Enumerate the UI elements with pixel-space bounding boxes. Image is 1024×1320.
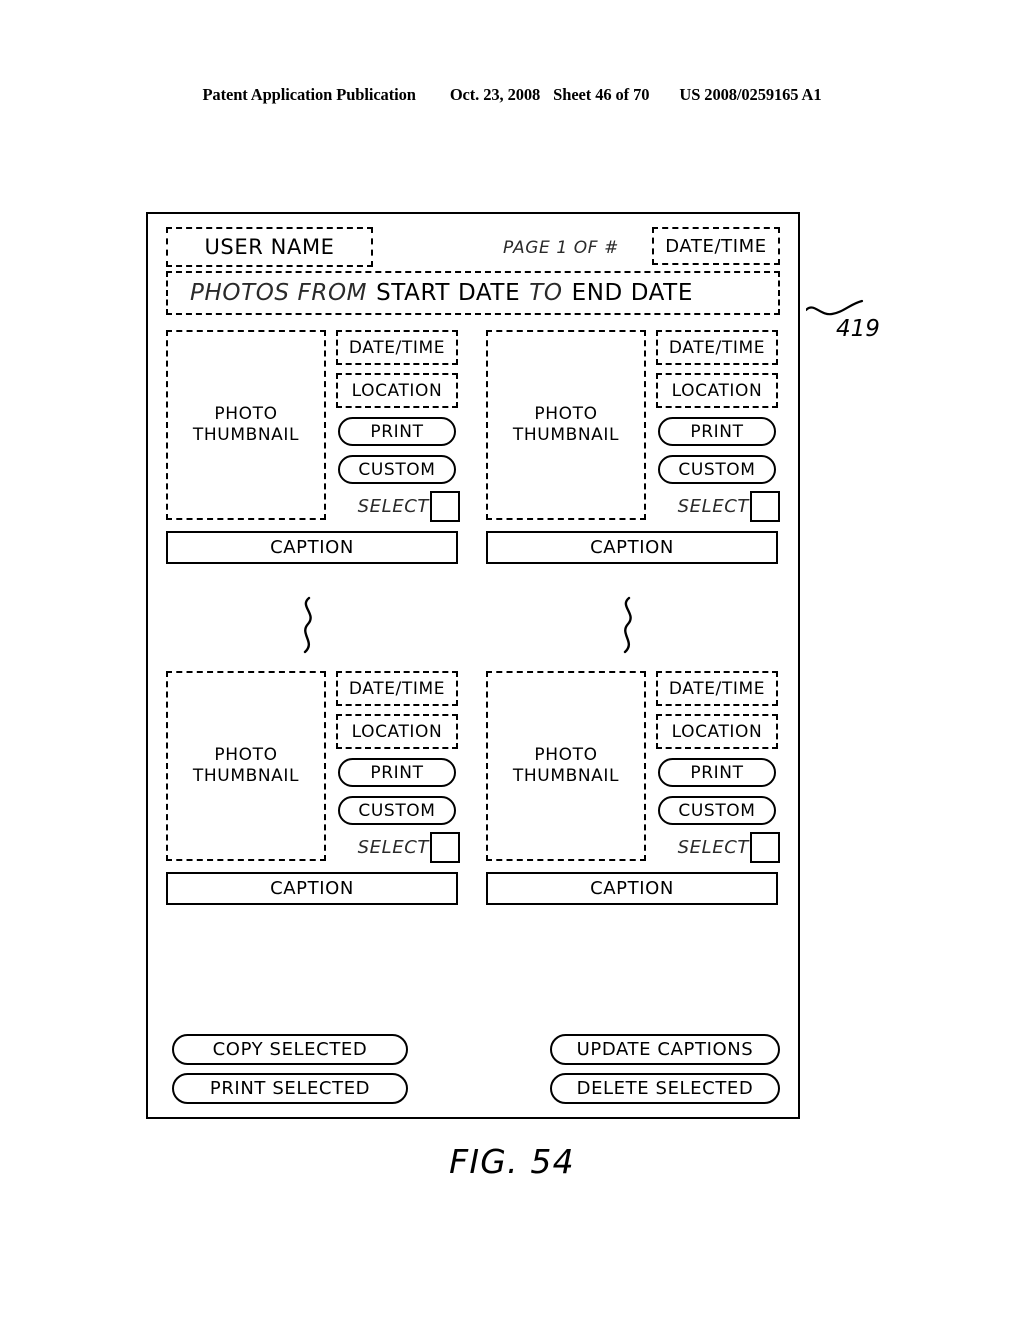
photo-date-time-label: DATE/TIME (668, 678, 766, 699)
print-button-label: PRINT (690, 762, 744, 783)
device-screen-frame: USER NAME PAGE 1 OF # DATE/TIME PHOTOS F… (146, 212, 800, 1119)
photo-thumbnail-line2: THUMBNAIL (192, 766, 300, 786)
caption-label: CAPTION (270, 537, 354, 558)
photo-date-time-label: DATE/TIME (668, 337, 766, 358)
select-checkbox[interactable] (750, 832, 780, 863)
publication-label: Patent Application Publication (202, 85, 416, 104)
reference-numeral-419: 419 (804, 294, 896, 354)
page-indicator: PAGE 1 OF # (503, 238, 619, 258)
photo-date-time-field[interactable]: DATE/TIME (656, 671, 778, 706)
custom-button[interactable]: CUSTOM (338, 455, 456, 484)
photo-thumbnail-line1: PHOTO (214, 403, 278, 424)
delete-selected-button[interactable]: DELETE SELECTED (550, 1073, 780, 1104)
header-date-time-label: DATE/TIME (665, 235, 767, 257)
print-button-label: PRINT (690, 421, 744, 442)
range-end-value: END DATE (571, 280, 693, 306)
continuation-squiggle-icon (303, 596, 312, 654)
update-captions-label: UPDATE CAPTIONS (576, 1039, 754, 1060)
photo-date-time-field[interactable]: DATE/TIME (336, 671, 458, 706)
photo-location-label: LOCATION (671, 721, 763, 742)
print-button-label: PRINT (370, 762, 424, 783)
caption-field[interactable]: CAPTION (486, 872, 778, 905)
photo-thumbnail-line2: THUMBNAIL (512, 425, 620, 445)
photo-thumbnail[interactable]: PHOTO THUMBNAIL (166, 671, 326, 861)
print-selected-button[interactable]: PRINT SELECTED (172, 1073, 408, 1104)
figure-caption: FIG. 54 (449, 1142, 575, 1181)
select-control[interactable]: SELECT (656, 831, 780, 864)
select-control[interactable]: SELECT (336, 490, 460, 523)
print-button[interactable]: PRINT (658, 417, 776, 446)
delete-selected-label: DELETE SELECTED (576, 1078, 754, 1099)
patent-number: US 2008/0259165 A1 (679, 85, 822, 104)
select-checkbox[interactable] (430, 491, 460, 522)
photo-thumbnail[interactable]: PHOTO THUMBNAIL (486, 330, 646, 520)
range-prefix-label: PHOTOS FROM (190, 280, 368, 306)
photo-thumbnail-line2: THUMBNAIL (512, 766, 620, 786)
photo-date-time-label: DATE/TIME (348, 678, 446, 699)
patent-running-header: Patent Application Publication Oct. 23, … (0, 85, 1024, 105)
range-join-label: TO (529, 280, 563, 306)
select-label: SELECT (357, 837, 429, 858)
range-start-value: START DATE (376, 280, 521, 306)
select-checkbox[interactable] (430, 832, 460, 863)
header-date-time-field[interactable]: DATE/TIME (652, 227, 780, 265)
custom-button-label: CUSTOM (358, 800, 436, 821)
select-label: SELECT (677, 837, 749, 858)
select-checkbox[interactable] (750, 491, 780, 522)
select-control[interactable]: SELECT (656, 490, 780, 523)
custom-button[interactable]: CUSTOM (658, 455, 776, 484)
photo-location-field[interactable]: LOCATION (656, 714, 778, 749)
photo-thumbnail[interactable]: PHOTO THUMBNAIL (486, 671, 646, 861)
print-button[interactable]: PRINT (658, 758, 776, 787)
photo-thumbnail[interactable]: PHOTO THUMBNAIL (166, 330, 326, 520)
print-selected-label: PRINT SELECTED (209, 1078, 371, 1099)
caption-field[interactable]: CAPTION (166, 872, 458, 905)
print-button[interactable]: PRINT (338, 758, 456, 787)
copy-selected-button[interactable]: COPY SELECTED (172, 1034, 408, 1065)
caption-label: CAPTION (270, 878, 354, 899)
photo-date-time-label: DATE/TIME (348, 337, 446, 358)
photo-location-field[interactable]: LOCATION (336, 714, 458, 749)
caption-field[interactable]: CAPTION (486, 531, 778, 564)
sheet-number: Sheet 46 of 70 (553, 85, 650, 104)
custom-button-label: CUSTOM (678, 800, 756, 821)
custom-button[interactable]: CUSTOM (338, 796, 456, 825)
photo-date-time-field[interactable]: DATE/TIME (336, 330, 458, 365)
select-label: SELECT (357, 496, 429, 517)
custom-button[interactable]: CUSTOM (658, 796, 776, 825)
print-button[interactable]: PRINT (338, 417, 456, 446)
photo-location-label: LOCATION (351, 380, 443, 401)
photo-thumbnail-line2: THUMBNAIL (192, 425, 300, 445)
photo-location-field[interactable]: LOCATION (336, 373, 458, 408)
continuation-squiggle-icon (623, 596, 632, 654)
caption-label: CAPTION (590, 537, 674, 558)
photo-date-time-field[interactable]: DATE/TIME (656, 330, 778, 365)
caption-field[interactable]: CAPTION (166, 531, 458, 564)
select-label: SELECT (677, 496, 749, 517)
photo-location-field[interactable]: LOCATION (656, 373, 778, 408)
photo-location-label: LOCATION (671, 380, 763, 401)
photo-thumbnail-line1: PHOTO (534, 403, 598, 424)
date-range-field[interactable]: PHOTOS FROM START DATE TO END DATE (166, 271, 780, 315)
user-name-field[interactable]: USER NAME (166, 227, 373, 267)
photo-location-label: LOCATION (351, 721, 443, 742)
update-captions-button[interactable]: UPDATE CAPTIONS (550, 1034, 780, 1065)
select-control[interactable]: SELECT (336, 831, 460, 864)
publication-date: Oct. 23, 2008 (449, 85, 541, 104)
copy-selected-label: COPY SELECTED (212, 1039, 368, 1060)
photo-thumbnail-line1: PHOTO (214, 744, 278, 765)
custom-button-label: CUSTOM (358, 459, 436, 480)
custom-button-label: CUSTOM (678, 459, 756, 480)
patent-figure-page: Patent Application Publication Oct. 23, … (0, 0, 1024, 1320)
caption-label: CAPTION (590, 878, 674, 899)
print-button-label: PRINT (370, 421, 424, 442)
reference-numeral-label: 419 (836, 316, 880, 342)
photo-thumbnail-line1: PHOTO (534, 744, 598, 765)
user-name-label: USER NAME (204, 235, 335, 259)
